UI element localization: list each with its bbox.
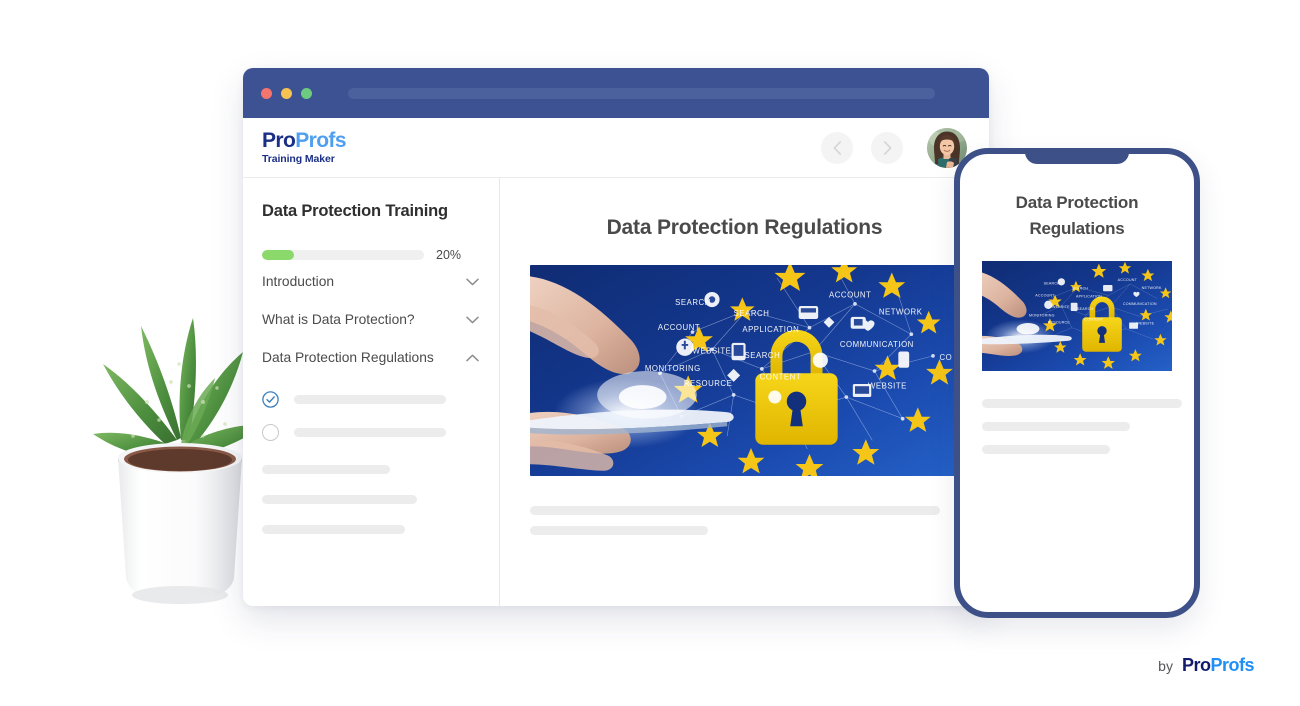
svg-text:ACCOUNT: ACCOUNT	[1035, 293, 1055, 297]
svg-text:ACCOUNT: ACCOUNT	[658, 323, 700, 332]
svg-text:APPLICATION: APPLICATION	[742, 325, 799, 334]
progress-track	[262, 250, 424, 260]
chevron-down-icon	[466, 316, 479, 324]
logo-tagline: Training Maker	[262, 153, 335, 166]
sidebar-item-data-protection-regulations[interactable]: Data Protection Regulations	[262, 338, 479, 376]
phone-page-title: Data Protection Regulations	[1015, 193, 1139, 239]
list-item-placeholder	[294, 428, 446, 437]
eu-data-protection-illustration: SEARCH SEARCH ACCOUNT NETWORK ACCOUNT AP…	[530, 265, 959, 476]
progress-percent-label: 20%	[436, 248, 462, 262]
sidebar-item-what-is-data-protection[interactable]: What is Data Protection?	[262, 300, 479, 338]
svg-text:WEBSITE: WEBSITE	[1136, 321, 1154, 325]
svg-text:NETWORK: NETWORK	[879, 308, 923, 317]
phone-placeholder-block	[982, 398, 1182, 454]
minimize-window-button[interactable]	[281, 87, 292, 99]
screenshot-root: ProProfs Training Maker Data Protection …	[0, 0, 1300, 706]
svg-text:RESOURCE: RESOURCE	[1048, 320, 1071, 324]
chevron-down-icon	[466, 278, 479, 286]
list-item[interactable]	[262, 391, 479, 408]
hero-image: SEARCH SEARCH ACCOUNT NETWORK ACCOUNT AP…	[530, 265, 959, 476]
address-bar[interactable]	[348, 87, 935, 99]
sidebar-item-label: What is Data Protection?	[262, 312, 415, 327]
svg-text:MONITORING: MONITORING	[1029, 313, 1055, 317]
placeholder-bar	[262, 465, 390, 474]
footer-proprofs-logo[interactable]: ProProfs	[1181, 655, 1255, 676]
close-window-button[interactable]	[261, 87, 272, 99]
svg-text:SEARCH: SEARCH	[734, 309, 770, 318]
placeholder-bar	[982, 398, 1182, 408]
svg-text:SEARCH: SEARCH	[675, 298, 711, 307]
list-item[interactable]	[262, 424, 479, 441]
logo-pro-text: Pro	[262, 129, 296, 153]
sidebar-item-label: Data Protection Regulations	[262, 350, 434, 365]
content-placeholder-block	[530, 506, 959, 535]
phone-mockup: Data Protection Regulations SEARCH SEARC…	[954, 148, 1200, 618]
app-body: Data Protection Training 20% Introductio…	[243, 178, 989, 606]
phone-screen: Data Protection Regulations SEARCH SEARC…	[960, 154, 1194, 454]
svg-text:CONTENT: CONTENT	[1084, 317, 1104, 321]
placeholder-bar	[262, 495, 417, 504]
empty-circle-icon	[262, 424, 279, 441]
maximize-window-button[interactable]	[301, 87, 312, 99]
logo-wordmark: ProProfs	[262, 129, 347, 153]
sidebar-item-introduction[interactable]: Introduction	[262, 262, 479, 300]
chevron-up-icon	[466, 354, 479, 362]
check-circle-icon	[262, 391, 279, 408]
page-title: Data Protection Regulations	[606, 216, 883, 239]
svg-text:APPLICATION: APPLICATION	[1076, 294, 1102, 298]
eu-data-protection-illustration-small: SEARCH SEARCH ACCOUNT NETWORK ACCOUNT APPLI…	[982, 260, 1172, 371]
placeholder-bar	[262, 525, 405, 534]
svg-text:WEBSITE: WEBSITE	[868, 381, 907, 390]
course-sidebar: Data Protection Training 20% Introductio…	[243, 178, 500, 606]
sidebar-item-label: Introduction	[262, 274, 335, 289]
placeholder-bar	[530, 526, 708, 535]
svg-text:CONTENT: CONTENT	[760, 373, 801, 382]
phone-notch	[1025, 154, 1129, 164]
footer-attribution: by ProProfs	[1158, 655, 1254, 676]
browser-window: ProProfs Training Maker Data Protection …	[243, 68, 989, 606]
app-header: ProProfs Training Maker	[243, 118, 989, 178]
chevron-right-icon	[883, 140, 891, 155]
svg-text:COMMUNICATION: COMMUNICATION	[840, 340, 914, 349]
course-title: Data Protection Training	[262, 202, 448, 220]
footer-logo-profs-text: Profs	[1210, 655, 1254, 675]
placeholder-bar	[530, 506, 940, 515]
svg-text:ACCOUNT: ACCOUNT	[829, 290, 871, 299]
footer-by-text: by	[1158, 658, 1173, 674]
slide-content: Data Protection Regulations SEARCH SEARC…	[500, 178, 989, 606]
logo-profs-text: Profs	[295, 129, 346, 153]
chevron-left-icon	[833, 140, 841, 155]
proprofs-logo[interactable]: ProProfs Training Maker	[262, 129, 347, 166]
course-progress: 20%	[262, 248, 479, 262]
placeholder-bar	[982, 444, 1110, 454]
traffic-light-buttons	[261, 87, 312, 99]
progress-fill	[262, 250, 295, 260]
phone-hero-image: SEARCH SEARCH ACCOUNT NETWORK ACCOUNT APPLI…	[982, 260, 1172, 371]
sidebar-placeholder-block	[262, 465, 479, 534]
next-slide-button[interactable]	[871, 131, 903, 164]
placeholder-bar	[982, 421, 1130, 431]
list-item-placeholder	[294, 395, 446, 404]
svg-text:WEBSITE: WEBSITE	[693, 347, 732, 356]
footer-logo-pro-text: Pro	[1181, 655, 1211, 675]
svg-text:CO: CO	[940, 353, 953, 362]
svg-text:ACCOUNT: ACCOUNT	[1118, 277, 1138, 281]
svg-text:COMMUNICATION: COMMUNICATION	[1123, 301, 1157, 305]
svg-text:WEBSITE: WEBSITE	[1052, 305, 1070, 309]
svg-text:SEARCH: SEARCH	[1077, 307, 1094, 311]
svg-text:SEARCH: SEARCH	[1044, 281, 1061, 285]
previous-slide-button[interactable]	[821, 131, 853, 164]
svg-text:SEARCH: SEARCH	[1072, 286, 1089, 290]
svg-text:NETWORK: NETWORK	[1142, 286, 1162, 290]
browser-titlebar	[243, 68, 989, 118]
svg-text:SEARCH: SEARCH	[745, 351, 781, 360]
